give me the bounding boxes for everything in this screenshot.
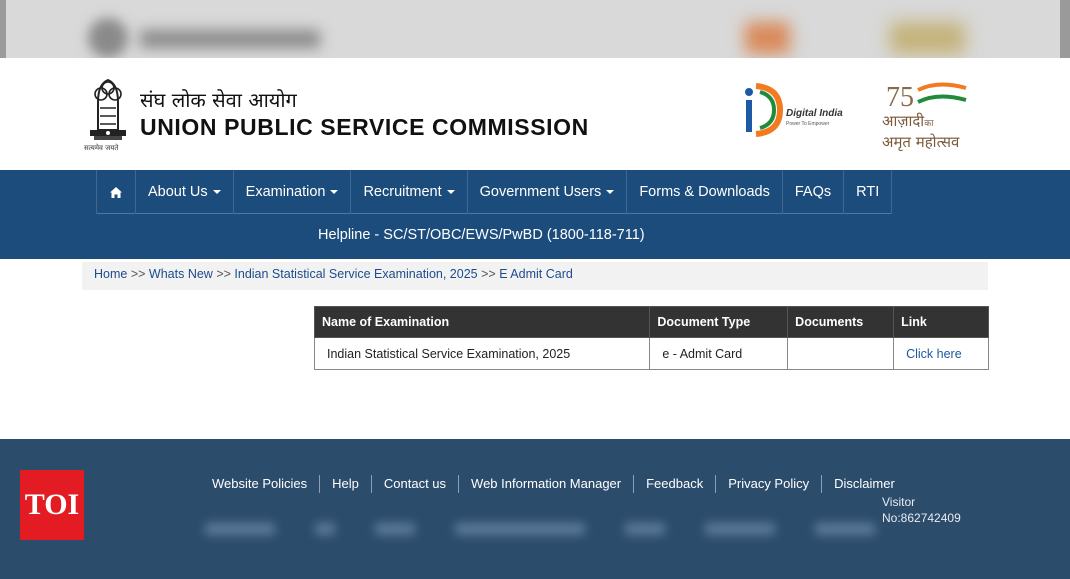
table-header-row: Name of Examination Document Type Docume… — [313, 306, 989, 338]
nav-home[interactable] — [96, 170, 136, 214]
footer-link-contact-us[interactable]: Contact us — [372, 475, 460, 493]
nav-recruitment-label: Recruitment — [363, 184, 442, 200]
digital-india-tagline: Power To Empower — [786, 121, 830, 127]
nav-examination-label: Examination — [245, 184, 326, 200]
click-here-link[interactable]: Click here — [893, 337, 989, 370]
site-footer: Website Policies Help Contact us Web Inf… — [0, 439, 1070, 579]
nav-rti-label: RTI — [856, 184, 880, 200]
home-icon — [110, 186, 122, 198]
documents-cell — [787, 337, 895, 370]
azadi-text-line1: आज़ादी — [882, 112, 925, 130]
breadcrumb-whats-new[interactable]: Whats New — [149, 267, 213, 281]
breadcrumb-separator: >> — [481, 267, 496, 281]
nav-about-us[interactable]: About Us — [136, 170, 234, 214]
footer-link-web-information-manager[interactable]: Web Information Manager — [459, 475, 635, 493]
column-header: Name of Examination — [313, 306, 651, 338]
footer-link-privacy-policy[interactable]: Privacy Policy — [716, 475, 823, 493]
azadi-number: 75 — [886, 82, 914, 113]
chevron-down-icon — [446, 190, 455, 194]
nav-recruitment[interactable]: Recruitment — [351, 170, 468, 214]
azadi-text-line2: अमृत महोत्सव — [882, 133, 960, 151]
column-header: Documents — [787, 306, 895, 338]
chevron-down-icon — [212, 190, 221, 194]
breadcrumb-home[interactable]: Home — [94, 267, 127, 281]
site-header: सत्यमेव जयते संघ लोक सेवा आयोग UNION PUB… — [0, 58, 1070, 170]
exam-name-cell: Indian Statistical Service Examination, … — [313, 337, 651, 370]
nav-about-us-label: About Us — [148, 184, 208, 200]
digital-india-brand: Digital India — [786, 108, 843, 119]
main-navigation: About Us Examination Recruitment Governm… — [0, 170, 1070, 259]
blurred-footer-row — [205, 523, 895, 541]
footer-link-feedback[interactable]: Feedback — [634, 475, 717, 493]
column-header: Link — [893, 306, 989, 338]
emblem-caption: सत्यमेव जयते — [84, 144, 119, 152]
footer-link-disclaimer[interactable]: Disclaimer — [822, 475, 907, 493]
nav-examination[interactable]: Examination — [234, 170, 352, 214]
title-hindi: संघ लोक सेवा आयोग — [140, 88, 297, 112]
nav-forms-downloads[interactable]: Forms & Downloads — [627, 170, 783, 214]
nav-government-users[interactable]: Government Users — [468, 170, 628, 214]
toi-watermark-logo: TOI — [20, 470, 84, 540]
title-english: UNION PUBLIC SERVICE COMMISSION — [140, 114, 589, 140]
breadcrumb-current: E Admit Card — [499, 267, 573, 281]
footer-link-website-policies[interactable]: Website Policies — [200, 475, 321, 493]
admit-card-table: Name of Examination Document Type Docume… — [313, 306, 989, 370]
footer-links: Website Policies Help Contact us Web Inf… — [200, 475, 907, 493]
chevron-down-icon — [606, 190, 615, 194]
column-header: Document Type — [649, 306, 789, 338]
nav-faqs[interactable]: FAQs — [783, 170, 845, 214]
nav-rti[interactable]: RTI — [844, 170, 893, 214]
visitor-counter: Visitor No:862742409 — [882, 494, 961, 526]
nav-government-users-label: Government Users — [479, 184, 602, 200]
chevron-down-icon — [330, 190, 339, 194]
breadcrumb-exam[interactable]: Indian Statistical Service Examination, … — [234, 267, 477, 281]
breadcrumb-separator: >> — [130, 267, 146, 281]
digital-india-logo[interactable]: Digital India Power To Empower — [738, 78, 848, 140]
helpline-text: Helpline - SC/ST/OBC/EWS/PwBD (1800-118-… — [318, 227, 645, 243]
azadi-text: आज़ादीका अमृत महोत्सव — [882, 112, 959, 151]
nav-forms-downloads-label: Forms & Downloads — [639, 184, 770, 200]
national-emblem-icon — [90, 78, 126, 140]
breadcrumb: Home >> Whats New >> Indian Statistical … — [82, 262, 988, 290]
main-content: Home >> Whats New >> Indian Statistical … — [0, 259, 1070, 439]
visitor-label: Visitor — [882, 495, 916, 509]
footer-link-help[interactable]: Help — [320, 475, 372, 493]
digital-india-icon — [745, 83, 784, 137]
nav-faqs-label: FAQs — [794, 184, 832, 200]
table-row: Indian Statistical Service Examination, … — [313, 337, 989, 370]
document-type-cell: e - Admit Card — [649, 337, 789, 370]
blurred-top-strip — [0, 0, 1070, 58]
azadi-ka-amrit-mahotsav-logo[interactable]: 75 आज़ादीका अमृत महोत्सव — [878, 76, 978, 151]
azadi-flag-icon: 75 — [886, 82, 967, 113]
breadcrumb-separator: >> — [216, 267, 231, 281]
azadi-text-small: का — [924, 119, 934, 129]
